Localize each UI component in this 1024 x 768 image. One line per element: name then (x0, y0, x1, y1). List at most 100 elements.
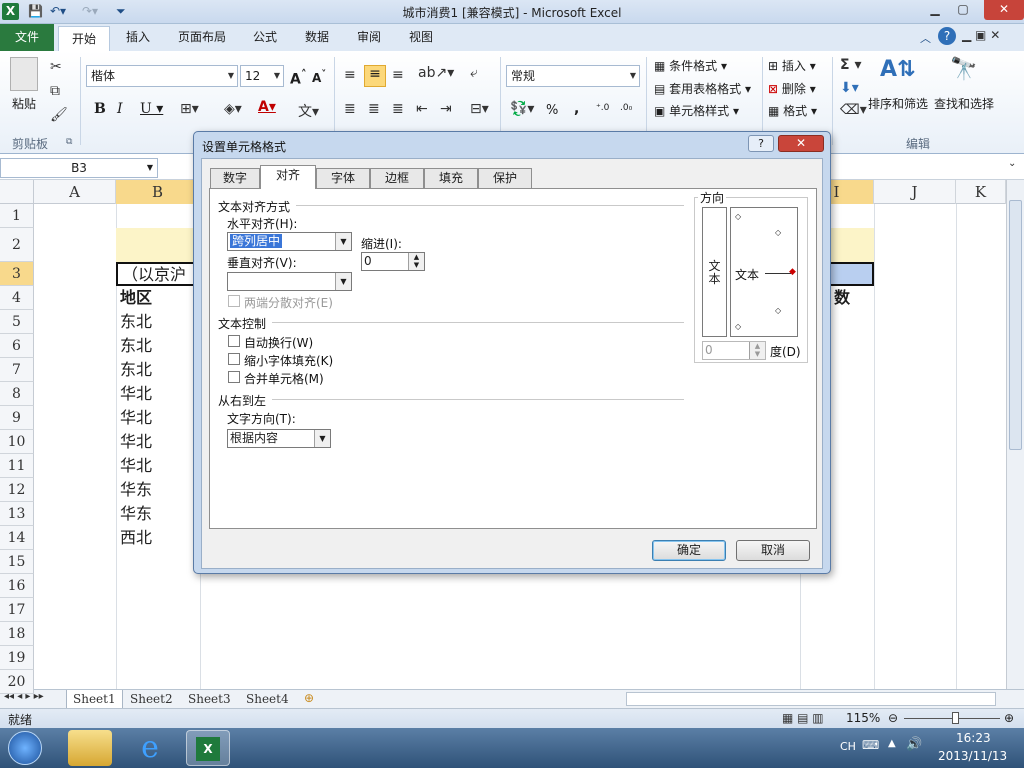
tab-number[interactable]: 数字 (210, 168, 260, 188)
tab-review[interactable]: 审阅 (350, 24, 388, 51)
region-cell[interactable]: 东北 (116, 310, 200, 334)
column-header-b[interactable]: B (116, 180, 200, 204)
find-select-button[interactable]: 查找和选择 (934, 95, 994, 112)
number-format-combo[interactable]: 常规 ▼ (506, 65, 640, 87)
row-header[interactable]: 2 (0, 228, 34, 262)
currency-icon[interactable]: 💱▾ (510, 101, 534, 117)
row-header[interactable]: 6 (0, 334, 34, 358)
paste-button[interactable]: 粘贴 (12, 95, 36, 112)
view-mode-icon[interactable]: ▦ ▤ ▥ (782, 711, 824, 725)
indent-spinner[interactable]: 0 ▲ ▼ (361, 252, 425, 271)
orientation-handle-icon[interactable]: ◆ (789, 267, 796, 277)
region-cell[interactable]: 东北 (116, 358, 200, 382)
shrink-to-fit-checkbox[interactable] (228, 353, 240, 365)
row-header[interactable]: 7 (0, 358, 34, 382)
vertical-scrollbar[interactable] (1006, 180, 1024, 689)
tab-page-layout[interactable]: 页面布局 (170, 24, 234, 51)
sheet-tab-1[interactable]: Sheet1 (66, 690, 123, 709)
tab-file[interactable]: 文件 (0, 24, 54, 51)
border-icon[interactable]: ⊞▾ (180, 101, 199, 117)
region-cell[interactable]: 华北 (116, 406, 200, 430)
column-header-a[interactable]: A (34, 180, 116, 204)
delete-cells-button[interactable]: ⊠ 删除 ▾ (768, 80, 816, 97)
speaker-icon[interactable]: 🔊 (906, 737, 922, 752)
italic-button[interactable]: I (117, 101, 123, 117)
sheet-tab-2[interactable]: Sheet2 (124, 690, 179, 709)
ribbon-collapse-icon[interactable]: ︿ (920, 30, 931, 46)
tab-insert[interactable]: 插入 (118, 24, 158, 51)
paste-icon[interactable] (10, 57, 38, 91)
row-header[interactable]: 12 (0, 478, 34, 502)
phonetic-icon[interactable]: 文▾ (298, 101, 319, 121)
format-cells-button[interactable]: ▦ 格式 ▾ (768, 102, 817, 119)
conditional-format-button[interactable]: ▦ 条件格式 ▾ (654, 57, 727, 74)
shrink-font-icon[interactable]: A˅ (312, 69, 326, 85)
cell-b3[interactable]: （以京沪 (116, 262, 200, 286)
wrap-text-checkbox[interactable] (228, 335, 240, 347)
row-header[interactable]: 5 (0, 310, 34, 334)
zoom-in-icon[interactable]: ⊕ (1004, 711, 1014, 725)
font-size-combo[interactable]: 12 ▼ (240, 65, 284, 87)
close-button[interactable]: ✕ (984, 0, 1024, 20)
clipboard-launcher-icon[interactable]: ⧉ (66, 137, 72, 147)
merge-cells-checkbox[interactable] (228, 371, 240, 383)
horizontal-scrollbar[interactable] (626, 692, 996, 706)
vertical-align-select[interactable]: ▼ (227, 272, 352, 291)
excel-taskbar-icon[interactable]: X (186, 730, 230, 766)
distributed-checkbox[interactable] (228, 295, 240, 307)
row-header[interactable]: 1 (0, 204, 34, 228)
horizontal-align-select[interactable]: 跨列居中 ▼ (227, 232, 352, 251)
copy-icon[interactable]: ⧉ (50, 83, 60, 99)
bold-button[interactable]: B (94, 101, 106, 117)
region-cell[interactable]: 西北 (116, 526, 200, 550)
select-all-corner[interactable] (0, 180, 34, 204)
row-header[interactable]: 3 (0, 262, 34, 286)
chevron-down-icon[interactable]: ▼ (147, 159, 153, 177)
row-header[interactable]: 10 (0, 430, 34, 454)
region-cell[interactable]: 华北 (116, 430, 200, 454)
tab-alignment[interactable]: 对齐 (260, 165, 316, 189)
increase-indent-icon[interactable]: ⇥ (440, 101, 452, 117)
font-color-icon[interactable]: A▾ (258, 99, 276, 115)
vertical-text-box[interactable]: 文本 (702, 207, 727, 337)
row-header[interactable]: 9 (0, 406, 34, 430)
format-painter-icon[interactable]: 🖌 (50, 107, 68, 123)
degrees-spinner[interactable]: 0 ▲ ▼ (702, 341, 766, 360)
row-header[interactable]: 17 (0, 598, 34, 622)
sheet-tab-4[interactable]: Sheet4 (240, 690, 295, 709)
tab-protection[interactable]: 保护 (478, 168, 532, 188)
keyboard-icon[interactable]: ⌨ (862, 738, 879, 752)
ie-icon[interactable]: e (128, 730, 172, 766)
fill-icon[interactable]: ⬇▾ (840, 80, 859, 96)
minimize-button[interactable]: ▁ (922, 0, 948, 20)
merge-center-icon[interactable]: ⊟▾ (470, 101, 489, 117)
insert-sheet-icon[interactable]: ⊕ (304, 691, 314, 705)
sort-filter-button[interactable]: 排序和筛选 (868, 95, 928, 112)
formula-expand-icon[interactable]: ⌄ (1008, 158, 1016, 169)
align-right-icon[interactable]: ≣ (392, 101, 404, 117)
decrease-indent-icon[interactable]: ⇤ (416, 101, 428, 117)
underline-button[interactable]: U ▾ (140, 101, 163, 117)
row-header[interactable]: 14 (0, 526, 34, 550)
region-cell[interactable]: 华北 (116, 454, 200, 478)
cancel-button[interactable]: 取消 (736, 540, 810, 561)
cell-i4[interactable]: 数 (830, 286, 874, 310)
increase-decimal-icon[interactable]: ⁺.0 (596, 103, 609, 113)
region-cell[interactable]: 华东 (116, 502, 200, 526)
tab-home[interactable]: 开始 (58, 26, 110, 51)
align-center-icon[interactable]: ≣ (368, 101, 380, 117)
comma-button[interactable]: , (574, 101, 579, 117)
align-middle-icon[interactable]: ≡ (364, 65, 386, 87)
tab-fill[interactable]: 填充 (424, 168, 478, 188)
scrollbar-thumb[interactable] (1009, 200, 1022, 450)
tab-data[interactable]: 数据 (298, 24, 336, 51)
tray-arrow-icon[interactable]: ▲ (888, 738, 896, 749)
region-cell[interactable]: 华北 (116, 382, 200, 406)
align-bottom-icon[interactable]: ≡ (392, 67, 404, 83)
row-header[interactable]: 11 (0, 454, 34, 478)
zoom-slider-thumb[interactable] (952, 712, 959, 724)
input-lang[interactable]: CH (840, 740, 856, 753)
insert-cells-button[interactable]: ⊞ 插入 ▾ (768, 57, 816, 74)
align-left-icon[interactable]: ≣ (344, 101, 356, 117)
tab-formulas[interactable]: 公式 (246, 24, 284, 51)
